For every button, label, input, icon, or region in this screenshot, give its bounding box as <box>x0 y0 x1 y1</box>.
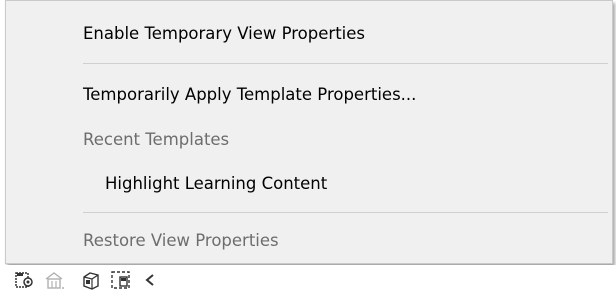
menu-item-enable-temporary-view-properties[interactable]: Enable Temporary View Properties <box>83 24 365 44</box>
menu-separator <box>83 212 608 213</box>
menu-item-highlight-learning-content[interactable]: Highlight Learning Content <box>105 174 327 194</box>
show-hidden-elements-icon[interactable] <box>44 269 66 291</box>
menu-item-temporarily-apply-template-properties[interactable]: Temporarily Apply Template Properties... <box>83 85 416 105</box>
temporary-view-properties-icon[interactable] <box>14 269 36 291</box>
view-control-bar <box>0 265 616 297</box>
menu-header-recent-templates: Recent Templates <box>83 130 230 149</box>
analytical-model-icon[interactable] <box>80 269 102 291</box>
context-menu: Enable Temporary View Properties Tempora… <box>5 0 613 264</box>
collapse-arrow-icon[interactable] <box>140 269 162 291</box>
menu-separator <box>83 63 608 64</box>
crop-region-icon[interactable] <box>110 269 132 291</box>
menu-item-restore-view-properties: Restore View Properties <box>83 231 279 250</box>
